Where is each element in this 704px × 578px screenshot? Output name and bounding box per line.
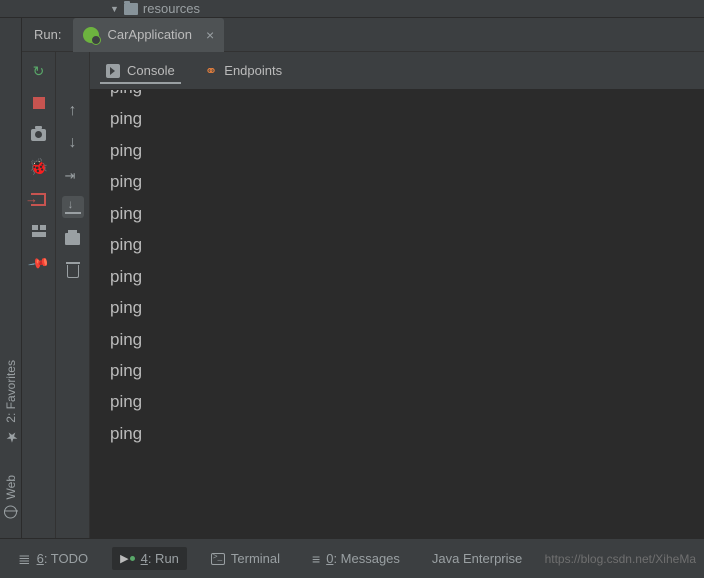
- run-icon: [120, 552, 134, 565]
- exit-button[interactable]: [28, 188, 50, 210]
- tab-label: Java Enterprise: [432, 551, 522, 566]
- print-icon: [65, 233, 80, 245]
- console-line: ping: [110, 198, 704, 229]
- bottom-tool-bar: 6: TODO 4: Run Terminal 0: Messages Java…: [0, 538, 704, 578]
- messages-icon: [312, 551, 320, 567]
- console-line: ping: [110, 229, 704, 260]
- down-stack-button[interactable]: [62, 132, 84, 154]
- bottom-tab-enterprise[interactable]: Java Enterprise: [424, 547, 530, 570]
- run-panel: Run: CarApplication × ↻ 🐞 📌: [22, 18, 704, 538]
- up-stack-button[interactable]: [62, 100, 84, 122]
- soft-wrap-button[interactable]: [62, 164, 84, 186]
- run-config-name: CarApplication: [107, 27, 192, 42]
- console-line: ping: [110, 103, 704, 134]
- console-actions-column: [56, 52, 90, 538]
- dump-threads-button[interactable]: [28, 124, 50, 146]
- sidebar-tab-label: 2: Favorites: [4, 360, 18, 423]
- run-body: ↻ 🐞 📌 Console: [22, 52, 704, 538]
- sidebar-tab-web[interactable]: Web: [4, 475, 18, 518]
- spring-boot-icon: [83, 27, 99, 43]
- console-tab-bar: Console ⚭ Endpoints: [90, 52, 704, 90]
- star-icon: ★: [3, 429, 19, 445]
- print-button[interactable]: [62, 228, 84, 250]
- console-line: ping: [110, 261, 704, 292]
- tab-endpoints[interactable]: ⚭ Endpoints: [199, 58, 288, 84]
- close-icon[interactable]: ×: [206, 27, 214, 43]
- run-header: Run: CarApplication ×: [22, 18, 704, 52]
- tab-label: Terminal: [231, 551, 280, 566]
- left-tool-strip: ★ 2: Favorites Web: [0, 18, 22, 538]
- layout-icon: [32, 225, 46, 237]
- tab-label: Console: [127, 63, 175, 78]
- tab-console[interactable]: Console: [100, 59, 181, 84]
- console-line: ping: [110, 386, 704, 417]
- console-line: ping: [110, 355, 704, 386]
- tab-label: : Run: [148, 551, 179, 566]
- stop-button[interactable]: [28, 92, 50, 114]
- trash-icon: [67, 265, 79, 278]
- camera-icon: [31, 129, 46, 141]
- sidebar-tab-label: Web: [4, 475, 18, 499]
- console-line: ping: [110, 418, 704, 449]
- rerun-button[interactable]: ↻: [28, 60, 50, 82]
- console-line: ping: [110, 292, 704, 323]
- run-actions-column: ↻ 🐞 📌: [22, 52, 56, 538]
- sidebar-tab-favorites[interactable]: ★ 2: Favorites: [3, 360, 19, 445]
- watermark-text: https://blog.csdn.net/XiheMa: [545, 552, 696, 566]
- exit-icon: [31, 193, 46, 206]
- expand-chevron-icon: ▼: [110, 4, 119, 14]
- folder-icon: [124, 3, 138, 15]
- console-line: ping: [110, 135, 704, 166]
- mnemonic: 4: [141, 551, 148, 566]
- pin-button[interactable]: 📌: [23, 248, 54, 279]
- bug-button[interactable]: 🐞: [28, 156, 50, 178]
- bottom-tab-terminal[interactable]: Terminal: [203, 547, 288, 570]
- console-output[interactable]: pingpingpingpingpingpingpingpingpingping…: [90, 90, 704, 538]
- bottom-tab-messages[interactable]: 0: Messages: [304, 547, 408, 571]
- stop-icon: [33, 97, 45, 109]
- run-label: Run:: [22, 27, 73, 42]
- mnemonic: 6: [37, 551, 44, 566]
- tab-label: : TODO: [44, 551, 88, 566]
- terminal-icon: [211, 553, 225, 565]
- console-line: ping: [110, 166, 704, 197]
- bottom-tab-run[interactable]: 4: Run: [112, 547, 187, 570]
- scroll-to-end-button[interactable]: [62, 196, 84, 218]
- layout-button[interactable]: [28, 220, 50, 242]
- clear-button[interactable]: [62, 260, 84, 282]
- console-line: ping: [110, 90, 704, 103]
- tab-label: : Messages: [333, 551, 399, 566]
- console-icon: [106, 64, 120, 78]
- main-area: ★ 2: Favorites Web Run: CarApplication ×…: [0, 18, 704, 538]
- tree-item-label: resources: [143, 1, 200, 16]
- scroll-end-icon: [65, 200, 81, 214]
- todo-icon: [18, 550, 31, 568]
- bottom-tab-todo[interactable]: 6: TODO: [10, 546, 96, 572]
- console-area: Console ⚭ Endpoints pingpingpingpingping…: [90, 52, 704, 538]
- console-line: ping: [110, 324, 704, 355]
- wrap-icon: [65, 168, 81, 182]
- globe-icon: [4, 505, 17, 518]
- project-tree-row[interactable]: ▼ resources: [0, 0, 704, 18]
- endpoints-icon: ⚭: [205, 62, 218, 80]
- tab-label: Endpoints: [224, 63, 282, 78]
- run-config-tab[interactable]: CarApplication ×: [73, 18, 224, 52]
